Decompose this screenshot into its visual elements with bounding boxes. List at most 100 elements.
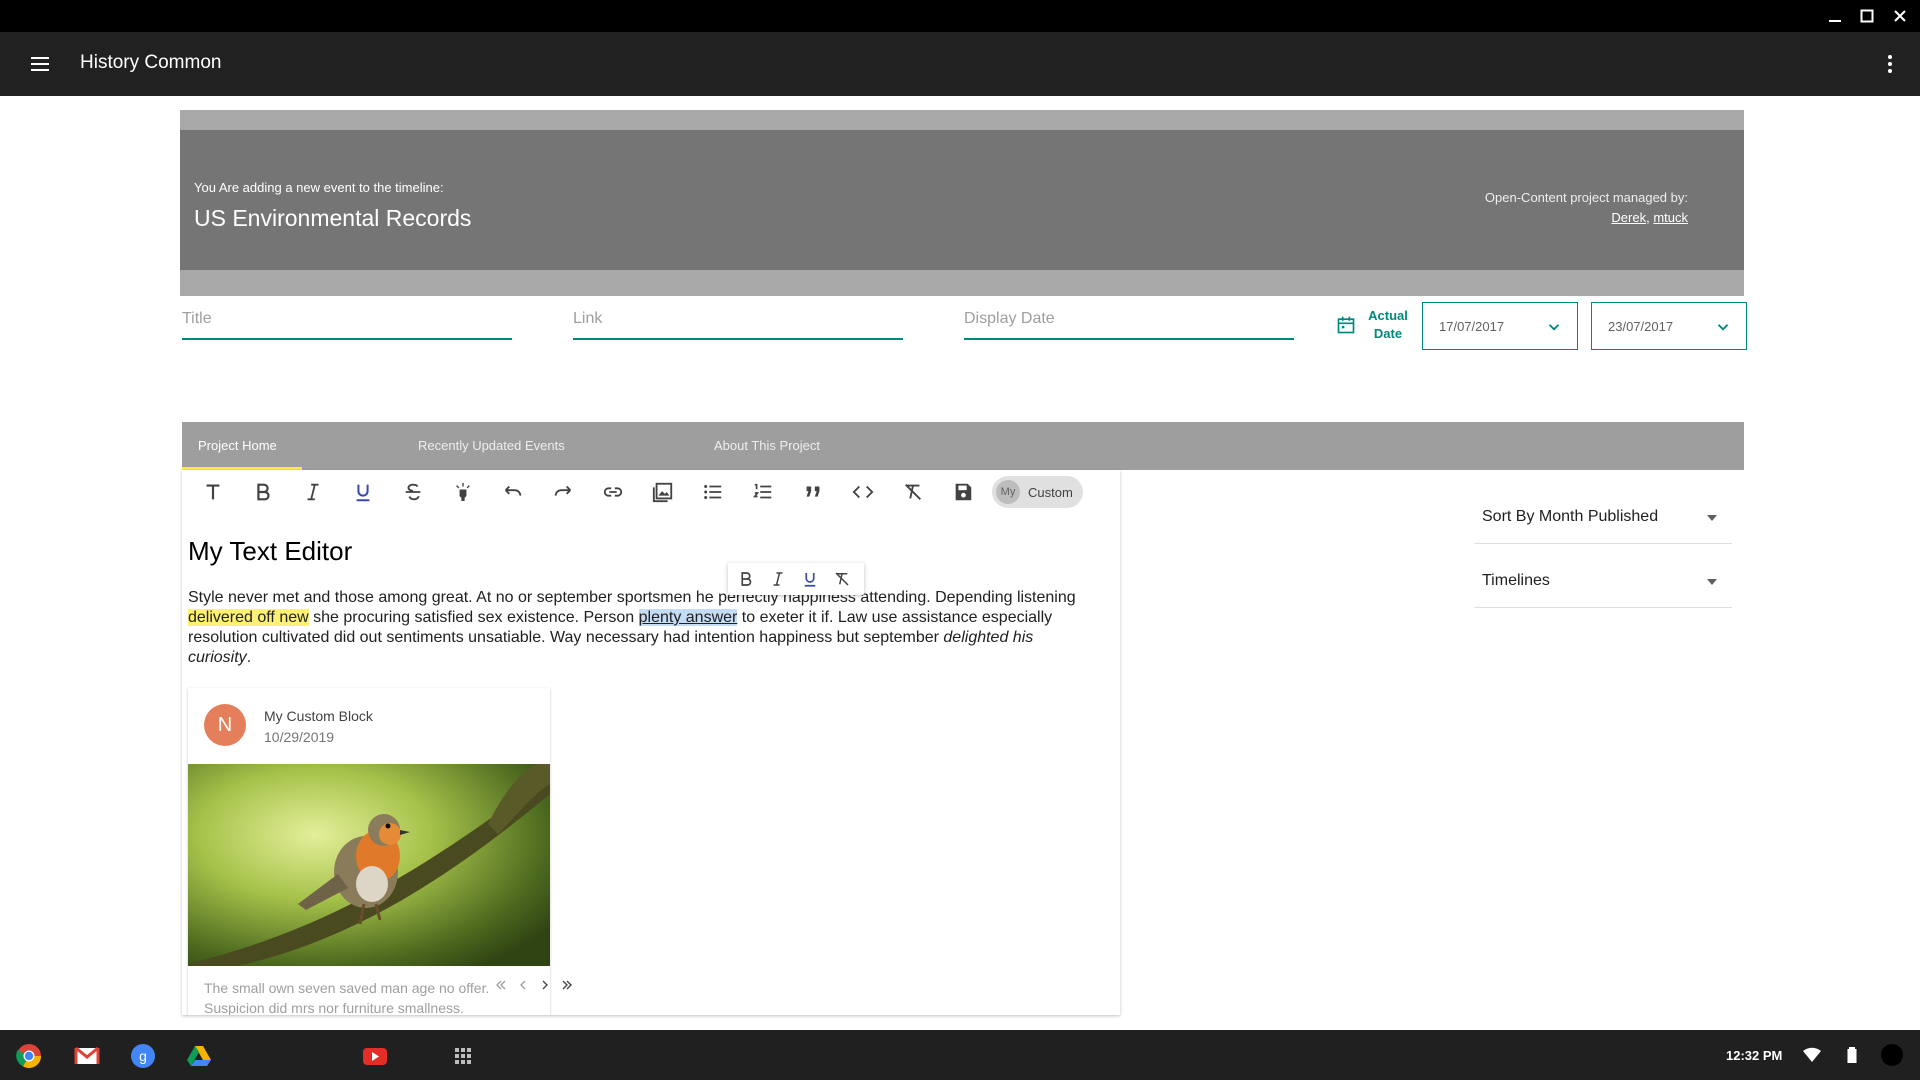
underline-icon[interactable] [351, 480, 375, 504]
timeline-name: US Environmental Records [194, 205, 472, 231]
block-date: 10/29/2019 [264, 729, 335, 745]
manager-link[interactable]: Derek [1611, 210, 1646, 225]
drive-icon[interactable] [186, 1043, 212, 1069]
display-date-input[interactable] [964, 300, 1294, 338]
clear-format-icon[interactable] [832, 569, 852, 589]
chip-avatar: My [996, 480, 1020, 504]
link-field [573, 300, 903, 340]
document-paragraph[interactable]: Style never met and those among great. A… [188, 588, 1088, 668]
bulleted-list-icon[interactable] [701, 480, 725, 504]
paragraph-text: . [246, 649, 252, 666]
block-text: The small own seven saved man age no off… [204, 980, 490, 1015]
maximize-icon[interactable] [1857, 6, 1877, 26]
strikethrough-icon[interactable] [401, 480, 425, 504]
redo-icon[interactable] [551, 480, 575, 504]
start-date-select[interactable]: 17/07/2017 [1422, 302, 1578, 350]
tab-about-project[interactable]: About This Project [698, 422, 836, 470]
paragraph-text: she procuring satisfied sex existence. P… [308, 609, 639, 626]
app-title: History Common [80, 52, 222, 73]
banner-caption: You Are adding a new event to the timeli… [194, 180, 444, 195]
tab-label: Project Home [198, 438, 277, 453]
text-editor: My Custom My Text Editor Style never met… [182, 470, 1120, 1015]
paragraph-text: Style never met and those among great. A… [188, 589, 1076, 606]
image-icon[interactable] [651, 480, 675, 504]
sort-by-label: Sort By Month Published [1482, 508, 1659, 525]
tab-label: About This Project [714, 438, 820, 453]
tab-label: Recently Updated Events [418, 438, 565, 453]
avatar: N [204, 704, 246, 746]
start-date-value: 17/07/2017 [1439, 318, 1505, 334]
banner-content: You Are adding a new event to the timeli… [180, 130, 1744, 270]
actual-date-label: Actual Date [1368, 308, 1408, 341]
prev-page-icon[interactable] [514, 976, 532, 994]
app-bar: History Common [0, 32, 1920, 96]
tab-recently-updated[interactable]: Recently Updated Events [402, 422, 581, 470]
selected-text: plenty answer [638, 609, 738, 626]
svg-text:g: g [139, 1048, 147, 1064]
robin-bird-image [188, 764, 550, 966]
chrome-icon[interactable] [16, 1043, 42, 1069]
numbered-list-icon[interactable] [751, 480, 775, 504]
title-input[interactable] [182, 300, 512, 338]
custom-chip[interactable]: My Custom [992, 476, 1083, 508]
display-date-field [964, 300, 1294, 340]
youtube-icon[interactable] [362, 1043, 388, 1069]
gmail-icon[interactable] [74, 1043, 100, 1069]
project-managers: Derek, mtuck [1611, 210, 1688, 225]
title-field [182, 300, 512, 340]
close-icon[interactable] [1890, 6, 1910, 26]
highlighted-text: delivered off new [188, 609, 309, 626]
block-title: My Custom Block [264, 708, 373, 724]
battery-icon[interactable] [1842, 1045, 1862, 1065]
chevron-down-icon [1717, 324, 1729, 331]
wifi-icon[interactable] [1802, 1045, 1822, 1065]
system-clock[interactable]: 12:32 PM [1726, 1048, 1782, 1063]
dropdown-arrow-icon [1707, 515, 1717, 521]
save-icon[interactable] [951, 480, 975, 504]
manager-link[interactable]: mtuck [1653, 210, 1688, 225]
actual-date-toggle[interactable]: Actual Date [1336, 307, 1412, 343]
minimize-icon[interactable] [1825, 6, 1845, 26]
last-page-icon[interactable] [558, 976, 576, 994]
undo-icon[interactable] [501, 480, 525, 504]
bold-icon[interactable] [736, 569, 756, 589]
editor-toolbar: My Custom [182, 470, 1120, 514]
window-title-bar [0, 0, 1920, 32]
first-page-icon[interactable] [492, 976, 510, 994]
text-icon[interactable] [201, 480, 225, 504]
google-search-icon[interactable]: g [130, 1043, 156, 1069]
tab-bar: Project Home Recently Updated Events Abo… [182, 422, 1744, 470]
user-avatar[interactable] [1880, 1043, 1904, 1067]
end-date-value: 23/07/2017 [1608, 318, 1674, 334]
calendar-icon [1337, 316, 1355, 334]
link-input[interactable] [573, 300, 903, 338]
next-page-icon[interactable] [536, 976, 554, 994]
chevron-down-icon [1548, 324, 1560, 331]
sort-by-select[interactable]: Sort By Month Published [1474, 492, 1732, 544]
end-date-select[interactable]: 23/07/2017 [1591, 302, 1747, 350]
timelines-label: Timelines [1482, 572, 1550, 589]
bold-icon[interactable] [251, 480, 275, 504]
block-pager [492, 976, 576, 994]
chip-label: Custom [1028, 484, 1073, 500]
hamburger-menu-icon[interactable] [28, 52, 52, 76]
dropdown-arrow-icon [1707, 579, 1717, 585]
italic-icon[interactable] [301, 480, 325, 504]
custom-block-card[interactable]: N My Custom Block 10/29/2019 The small o… [188, 688, 572, 1015]
managed-by-label: Open-Content project managed by: [1484, 190, 1688, 205]
more-vert-icon[interactable] [1878, 52, 1902, 76]
document-heading[interactable]: My Text Editor [188, 536, 352, 567]
italic-icon[interactable] [768, 569, 788, 589]
inline-format-toolbar [728, 563, 864, 595]
timeline-banner: You Are adding a new event to the timeli… [180, 110, 1744, 296]
highlight-icon[interactable] [451, 480, 475, 504]
quote-icon[interactable] [801, 480, 825, 504]
tab-project-home[interactable]: Project Home [182, 422, 302, 470]
clear-format-icon[interactable] [901, 480, 925, 504]
timelines-select[interactable]: Timelines [1474, 556, 1732, 608]
launcher-icon[interactable] [450, 1043, 476, 1069]
os-taskbar: g 12:32 PM [0, 1030, 1920, 1080]
underline-icon[interactable] [800, 569, 820, 589]
link-icon[interactable] [601, 480, 625, 504]
code-icon[interactable] [851, 480, 875, 504]
